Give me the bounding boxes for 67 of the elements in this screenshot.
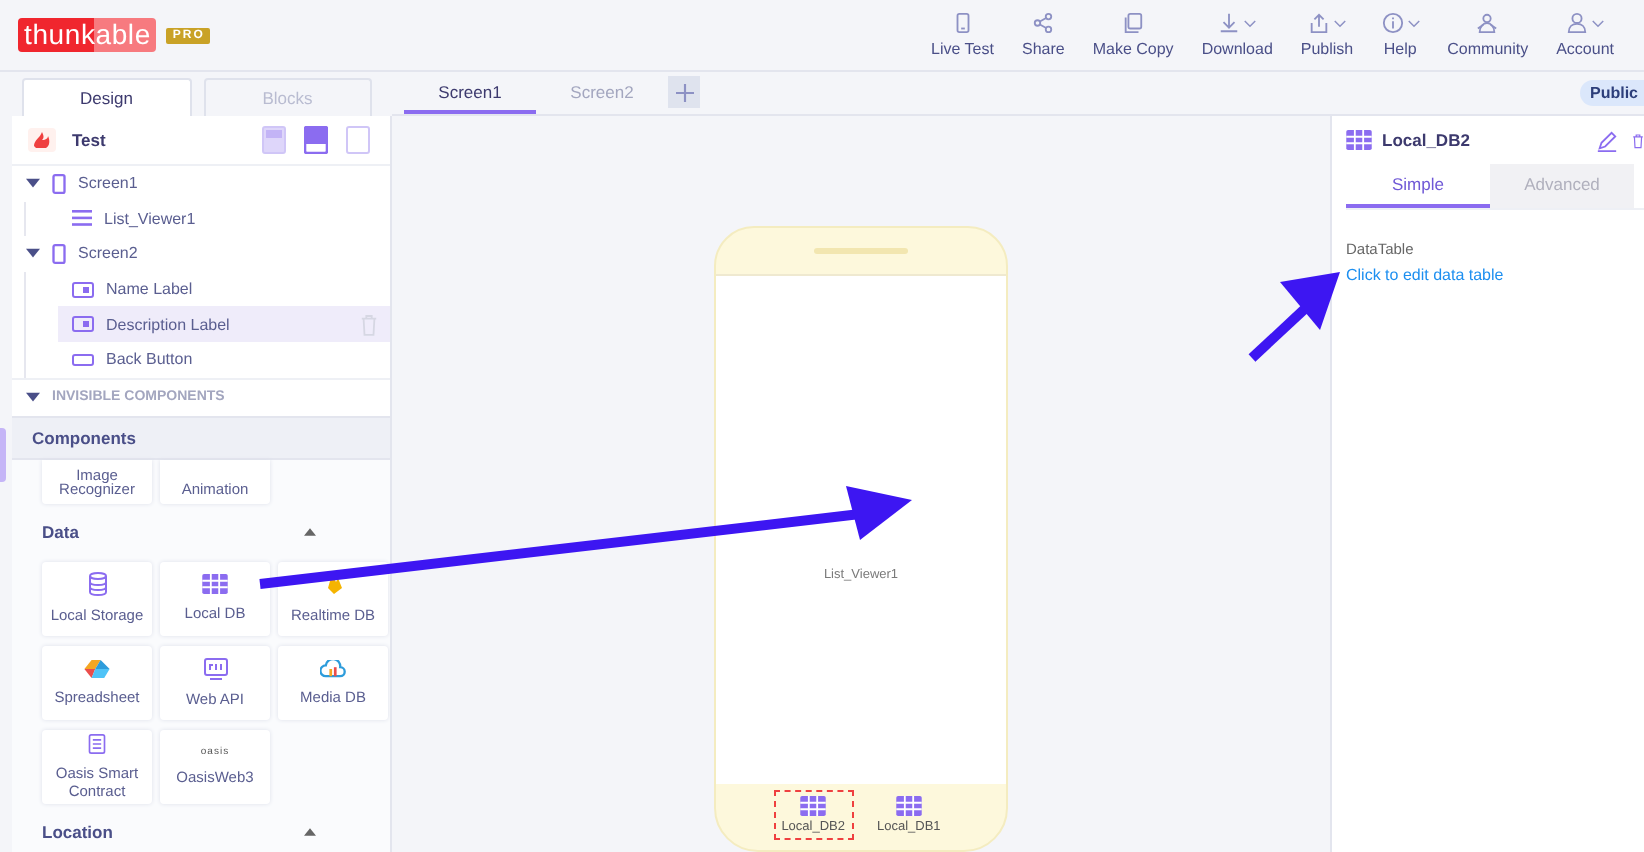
visibility-badge: Public bbox=[1579, 80, 1644, 106]
chevron-icon bbox=[1592, 19, 1605, 27]
collapse-icon bbox=[304, 828, 316, 837]
add-screen-button[interactable] bbox=[668, 76, 700, 108]
component-name: Local_DB2 bbox=[1382, 130, 1472, 150]
table-icon bbox=[895, 796, 922, 816]
caret-icon bbox=[26, 392, 40, 403]
list-icon bbox=[72, 210, 92, 227]
side-handle[interactable] bbox=[0, 428, 6, 482]
tree-item[interactable]: List_Viewer1 bbox=[58, 201, 390, 237]
section-header[interactable]: Data bbox=[42, 503, 360, 562]
phone-icon bbox=[951, 12, 974, 34]
table-icon bbox=[800, 796, 827, 816]
sheets-icon bbox=[84, 659, 110, 678]
toolbar-button[interactable]: Publish bbox=[1286, 12, 1368, 58]
download-icon bbox=[1218, 12, 1241, 34]
chevron-icon bbox=[1407, 19, 1420, 27]
chevron-icon bbox=[1334, 19, 1347, 27]
toolbar-button[interactable]: Live Test bbox=[917, 12, 1008, 58]
cloud-icon bbox=[320, 659, 346, 678]
database-icon bbox=[87, 572, 107, 597]
screen-icon bbox=[52, 243, 66, 264]
tree-item[interactable]: Name Label bbox=[58, 271, 390, 307]
speaker bbox=[814, 248, 908, 254]
edit-button[interactable] bbox=[1596, 129, 1618, 151]
toolbar-button[interactable]: Download bbox=[1187, 12, 1287, 58]
collapse-icon bbox=[304, 528, 316, 537]
chevron-icon bbox=[1244, 19, 1257, 27]
tab[interactable]: Design bbox=[22, 78, 191, 116]
help-button[interactable]: Help bbox=[1367, 12, 1434, 58]
upload-icon bbox=[1308, 12, 1331, 34]
table-icon bbox=[202, 574, 228, 595]
person-icon bbox=[1566, 12, 1589, 34]
trash-icon bbox=[360, 313, 378, 336]
share-icon bbox=[1032, 12, 1055, 34]
label-icon bbox=[72, 281, 94, 298]
api-icon bbox=[203, 657, 227, 680]
caret-icon bbox=[26, 178, 40, 189]
device-view-button[interactable] bbox=[346, 126, 370, 154]
panel-header: Components bbox=[12, 415, 390, 460]
info-icon bbox=[1381, 12, 1404, 34]
toolbar-button[interactable]: Community bbox=[1433, 12, 1543, 58]
delete-button[interactable] bbox=[1632, 129, 1644, 151]
toolbar-button[interactable]: Make Copy bbox=[1078, 12, 1188, 58]
tree-item[interactable]: Screen1 bbox=[12, 166, 390, 202]
tablet-view-button[interactable] bbox=[262, 126, 286, 154]
caret-icon bbox=[26, 248, 40, 259]
phone-view-button[interactable] bbox=[304, 126, 328, 154]
label-icon bbox=[72, 316, 94, 333]
tree-item[interactable]: Back Button bbox=[58, 341, 390, 378]
plus-icon bbox=[675, 83, 693, 101]
copy-icon bbox=[1122, 12, 1145, 34]
toolbar-button[interactable]: Share bbox=[1007, 12, 1079, 58]
button-icon bbox=[72, 353, 94, 366]
edit-link[interactable]: Click to edit data table bbox=[1346, 266, 1644, 284]
annotation-arrow bbox=[1248, 272, 1340, 362]
table-icon bbox=[1346, 130, 1372, 150]
screen-icon bbox=[52, 173, 66, 194]
project-name: Test bbox=[72, 130, 108, 150]
document-icon bbox=[88, 733, 106, 754]
tree-item[interactable]: Description Label bbox=[58, 306, 390, 342]
account-button[interactable]: Account bbox=[1542, 12, 1628, 58]
tree-item[interactable]: Screen2 bbox=[12, 236, 390, 272]
logo: thunkable bbox=[18, 18, 157, 52]
people-icon bbox=[1476, 12, 1499, 34]
section-header[interactable]: Location bbox=[42, 803, 360, 852]
project-icon bbox=[28, 128, 56, 152]
